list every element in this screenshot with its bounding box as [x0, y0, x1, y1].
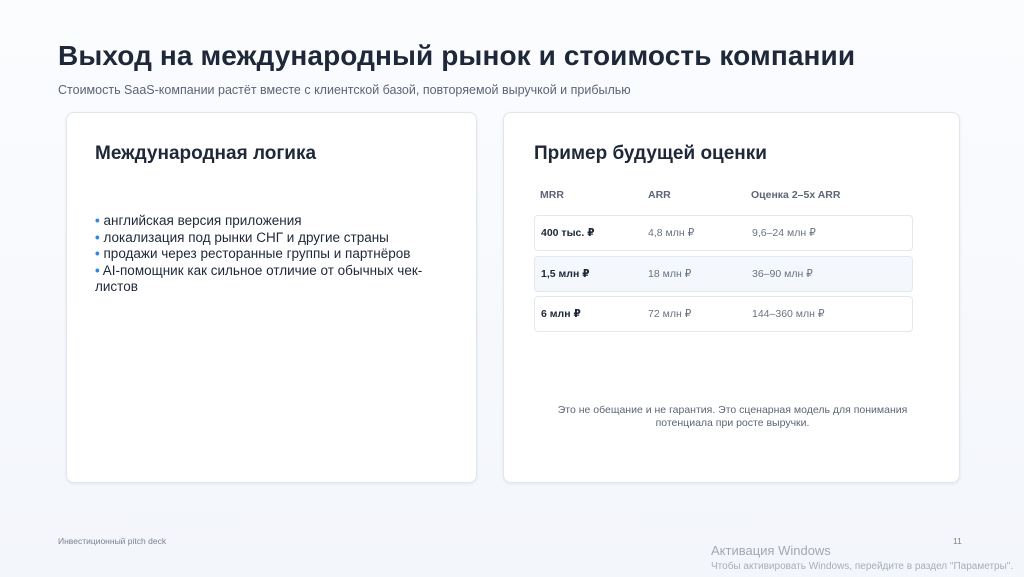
bullet-text: английская версия приложения [103, 213, 302, 228]
bullet-list: • английская версия приложения • локализ… [95, 213, 425, 296]
cell-valuation: 36–90 млн ₽ [752, 268, 813, 280]
bullet-text: продажи через ресторанные группы и партн… [103, 246, 411, 261]
bullet-text: AI-помощник как сильное отличие от обычн… [95, 262, 423, 295]
bullet-text: локализация под рынки СНГ и другие стран… [103, 229, 389, 245]
bullet-item: • английская версия приложения [95, 213, 425, 230]
cell-mrr: 400 тыс. ₽ [541, 227, 595, 239]
page-number: 11 [953, 536, 962, 546]
windows-activation-title: Активация Windows [711, 543, 831, 558]
column-header-mrr: MRR [540, 189, 564, 201]
cell-mrr: 1,5 млн ₽ [541, 268, 590, 280]
table-row: 1,5 млн ₽ 18 млн ₽ 36–90 млн ₽ [534, 256, 913, 292]
table-header: MRR ARR Оценка 2–5x ARR [534, 189, 914, 205]
table-row: 400 тыс. ₽ 4,8 млн ₽ 9,6–24 млн ₽ [534, 215, 913, 251]
bullet-item: • AI-помощник как сильное отличие от обы… [95, 263, 425, 296]
column-header-valuation: Оценка 2–5x ARR [751, 189, 841, 201]
cell-arr: 18 млн ₽ [648, 268, 692, 280]
cell-arr: 4,8 млн ₽ [648, 227, 695, 239]
disclaimer-note: Это не обещание и не гарантия. Это сцена… [557, 404, 908, 429]
cell-arr: 72 млн ₽ [648, 308, 692, 320]
valuation-example-title: Пример будущей оценки [534, 143, 767, 164]
slide-subtitle: Стоимость SaaS-компании растёт вместе с … [58, 83, 631, 97]
international-logic-card: Международная логика • английская версия… [66, 112, 477, 483]
bullet-marker: • [95, 246, 100, 261]
bullet-marker: • [95, 229, 100, 245]
table-row: 6 млн ₽ 72 млн ₽ 144–360 млн ₽ [534, 296, 913, 332]
bullet-marker: • [95, 213, 100, 228]
bullet-marker: • [95, 262, 100, 278]
slide: Выход на международный рынок и стоимость… [0, 0, 1024, 577]
slide-title: Выход на международный рынок и стоимость… [58, 40, 856, 71]
bullet-item: • продажи через ресторанные группы и пар… [95, 246, 425, 263]
footer-label: Инвестиционный pitch deck [58, 536, 167, 546]
bullet-item: • локализация под рынки СНГ и другие стр… [95, 230, 425, 247]
cell-mrr: 6 млн ₽ [541, 308, 581, 320]
international-logic-title: Международная логика [95, 143, 317, 164]
windows-activation-subtitle: Чтобы активировать Windows, перейдите в … [711, 561, 1014, 572]
column-header-arr: ARR [648, 189, 671, 201]
cell-valuation: 144–360 млн ₽ [752, 308, 825, 320]
valuation-example-card: Пример будущей оценки MRR ARR Оценка 2–5… [503, 112, 960, 483]
cell-valuation: 9,6–24 млн ₽ [752, 227, 816, 239]
